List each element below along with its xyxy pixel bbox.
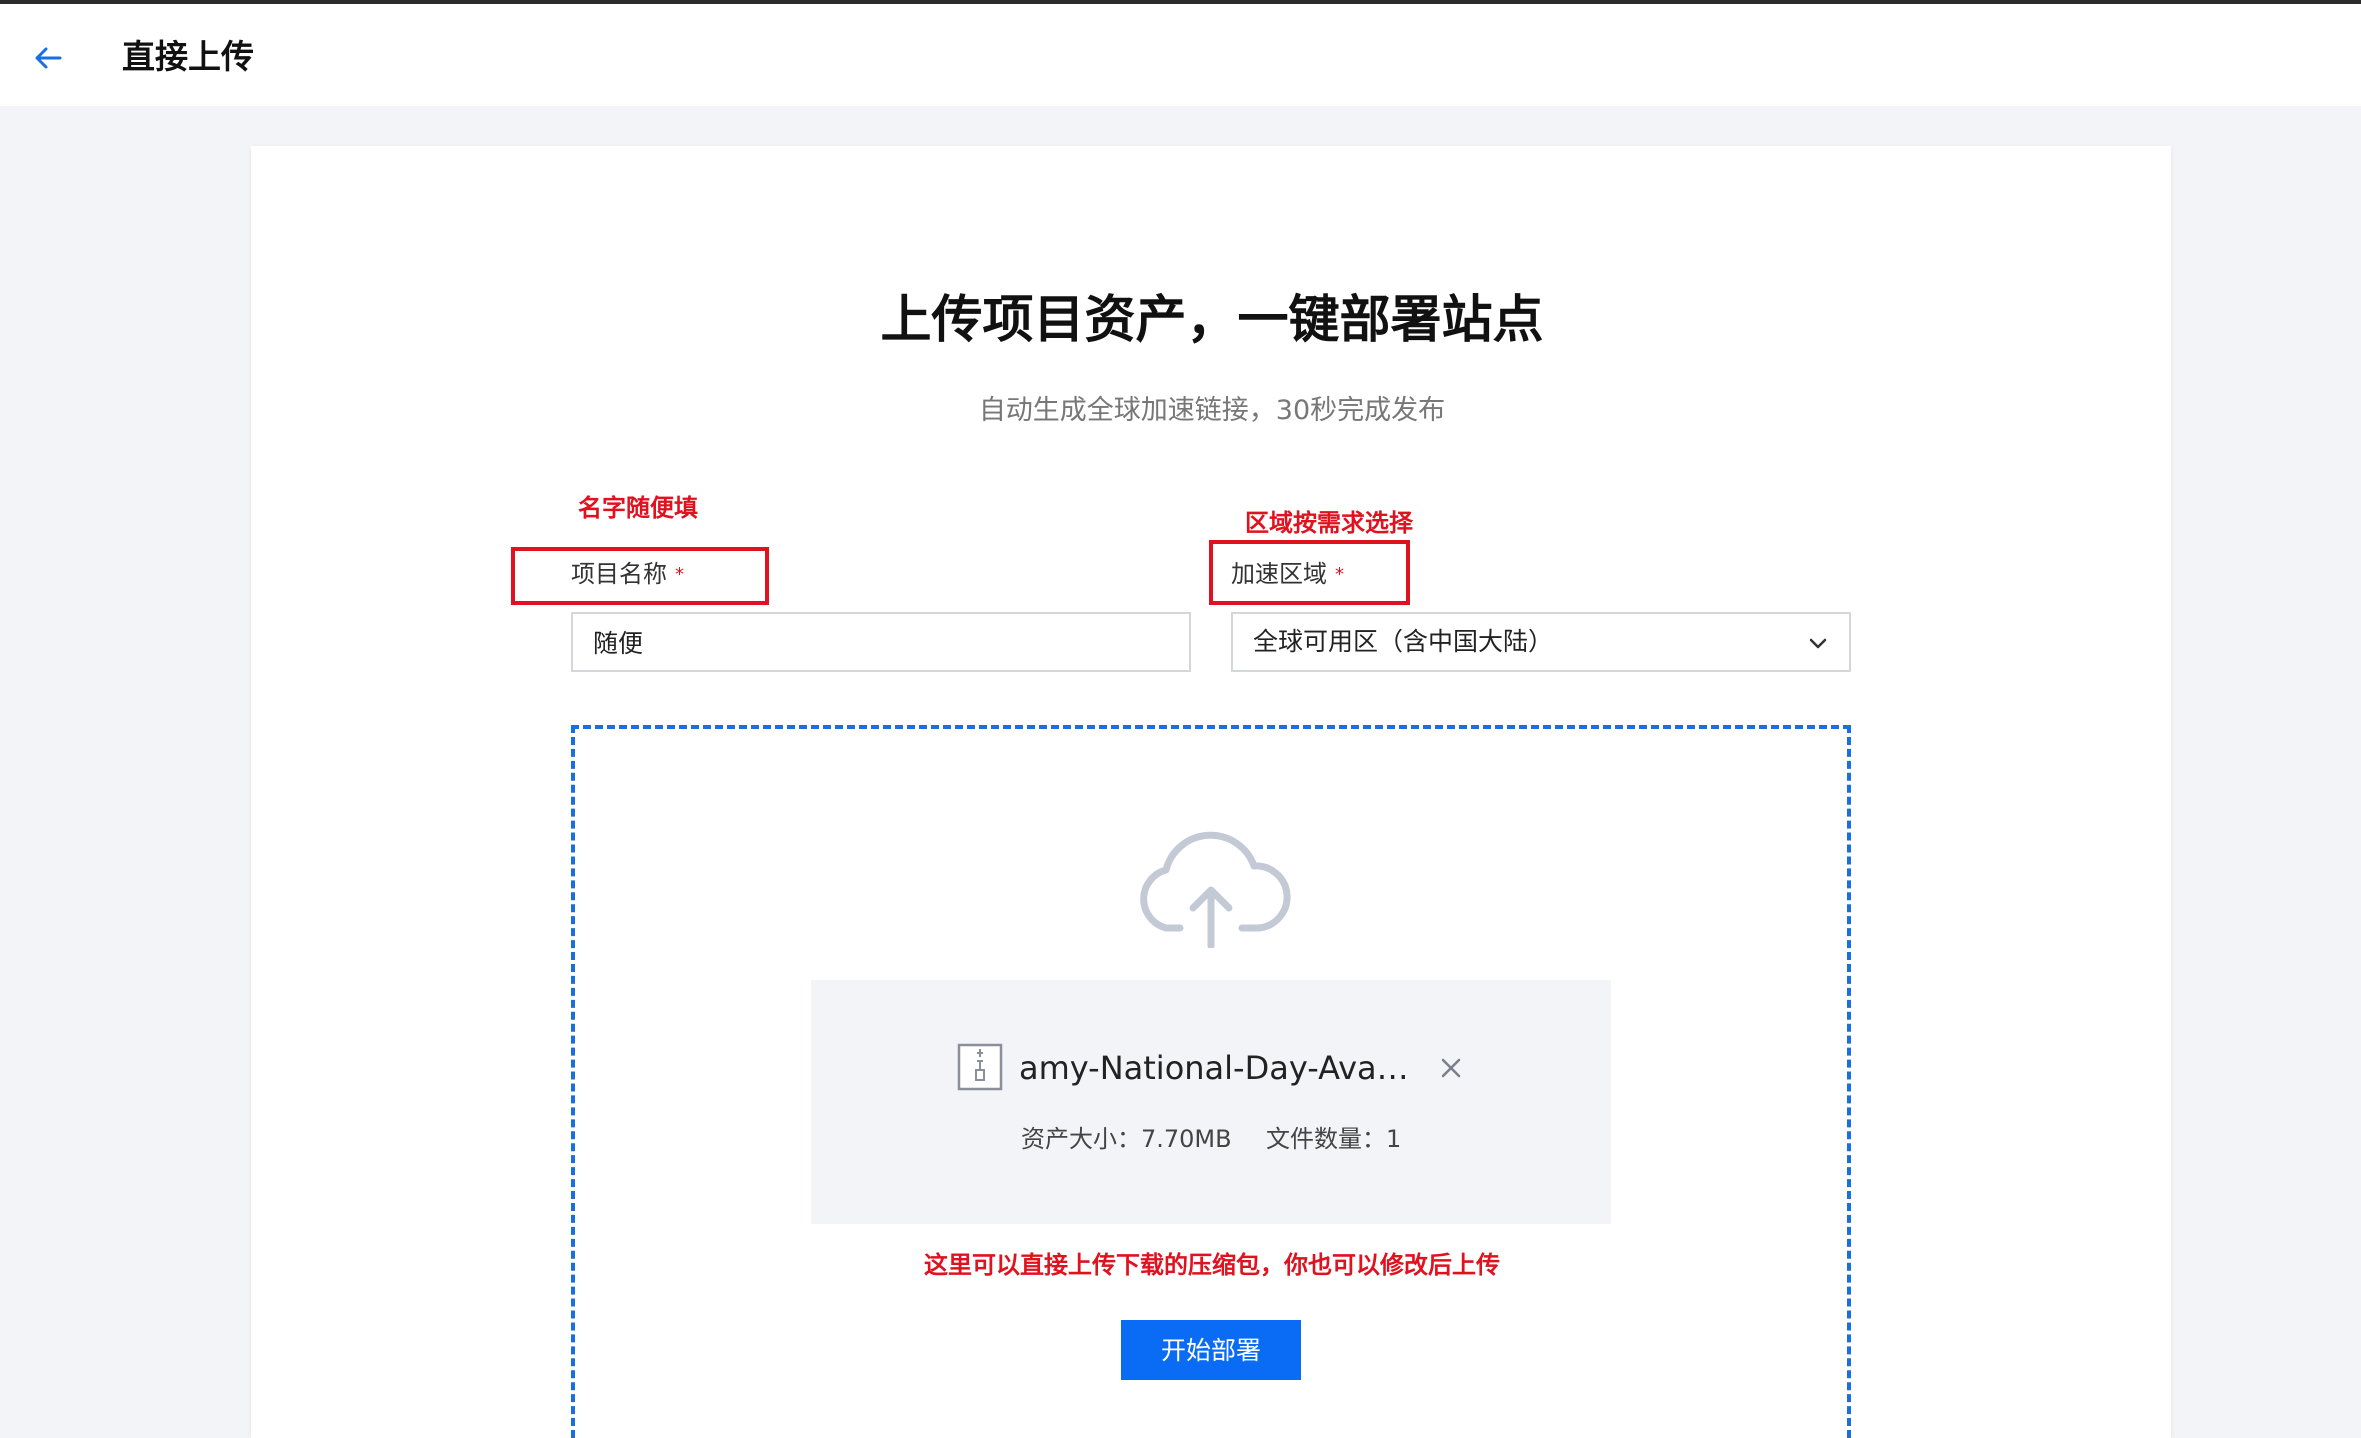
annotation-region-hint: 区域按需求选择 [1245,509,1413,537]
main-subheading: 自动生成全球加速链接，30秒完成发布 [978,395,1446,426]
main-heading: 上传项目资产，一键部署站点 [880,291,1544,350]
page-header: 直接上传 [0,4,2361,106]
asset-size: 资产大小：7.70MB [1021,1125,1232,1153]
required-mark: * [1335,564,1344,585]
file-count: 文件数量：1 [1266,1125,1402,1153]
annotation-name-hint: 名字随便填 [578,494,698,522]
start-deploy-button[interactable]: 开始部署 [1121,1320,1301,1380]
required-mark: * [675,564,684,585]
page-title: 直接上传 [122,37,254,76]
cloud-upload-icon [1140,831,1291,948]
project-name-label: 项目名称 * [571,560,684,588]
back-arrow-icon[interactable] [30,40,66,76]
uploaded-file-name: amy-National-Day-Avatar… [1019,1049,1419,1087]
uploaded-file-panel [811,980,1611,1224]
project-name-input[interactable] [571,612,1191,672]
region-select[interactable]: 全球可用区（含中国大陆） [1231,612,1851,672]
region-select-value: 全球可用区（含中国大陆） [1253,627,1554,656]
zip-file-icon [957,1043,1003,1091]
chevron-down-icon [1809,638,1827,649]
close-icon[interactable] [1438,1055,1464,1081]
annotation-upload-hint: 这里可以直接上传下载的压缩包，你也可以修改后上传 [924,1251,1500,1279]
region-label: 加速区域 * [1231,560,1344,588]
